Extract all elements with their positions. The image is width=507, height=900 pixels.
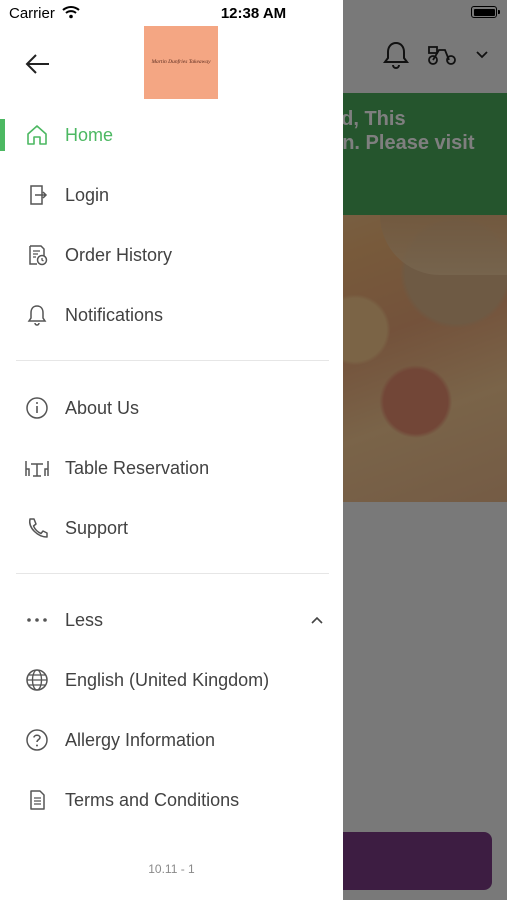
menu-item-label: Support [65,517,129,538]
menu-item-label: Terms and Conditions [65,789,240,810]
login-icon [24,182,50,208]
menu-item-language[interactable]: English (United Kingdom) [0,657,343,703]
menu-item-allergy[interactable]: Allergy Information [0,717,343,763]
menu-item-support[interactable]: Support [0,505,343,551]
more-dots-icon [24,607,50,633]
info-icon [24,395,50,421]
menu-item-label: English (United Kingdom) [65,669,270,690]
battery-icon [471,6,500,18]
home-icon [24,122,50,148]
menu-item-label: Login [65,184,110,205]
arrow-left-icon [25,54,49,74]
chevron-up-icon [310,615,324,625]
status-bar: Carrier 12:38 AM [0,0,507,28]
side-drawer: Martin Dunfries Takeaway Home Login Orde… [0,0,343,900]
menu-item-notifications[interactable]: Notifications [0,292,343,338]
app-version: 10.11 - 1 [148,862,195,876]
menu-item-table-reservation[interactable]: Table Reservation [0,445,343,491]
divider [16,573,329,574]
menu-item-label: About Us [65,397,140,418]
menu-item-label: Order History [65,244,173,265]
document-icon [24,787,50,813]
clock: 12:38 AM [220,5,287,22]
logo-text: Martin Dunfries Takeaway [151,59,211,65]
menu-item-label: Less [65,609,104,630]
menu-item-label: Home [65,124,114,145]
restaurant-logo: Martin Dunfries Takeaway [144,26,218,99]
menu-item-about-us[interactable]: About Us [0,385,343,431]
phone-icon [24,515,50,541]
table-chairs-icon [24,455,50,481]
menu-item-home[interactable]: Home [0,112,343,158]
globe-icon [24,667,50,693]
menu-item-login[interactable]: Login [0,172,343,218]
menu-item-label: Notifications [65,304,164,325]
divider [16,360,329,361]
order-history-icon [24,242,50,268]
menu-item-order-history[interactable]: Order History [0,232,343,278]
back-button[interactable] [22,50,56,78]
bell-icon [24,302,50,328]
menu-item-label: Allergy Information [65,729,216,750]
question-circle-icon [24,727,50,753]
menu-item-terms[interactable]: Terms and Conditions [0,777,343,823]
menu-item-less[interactable]: Less [0,597,343,643]
menu-item-label: Table Reservation [65,457,210,478]
